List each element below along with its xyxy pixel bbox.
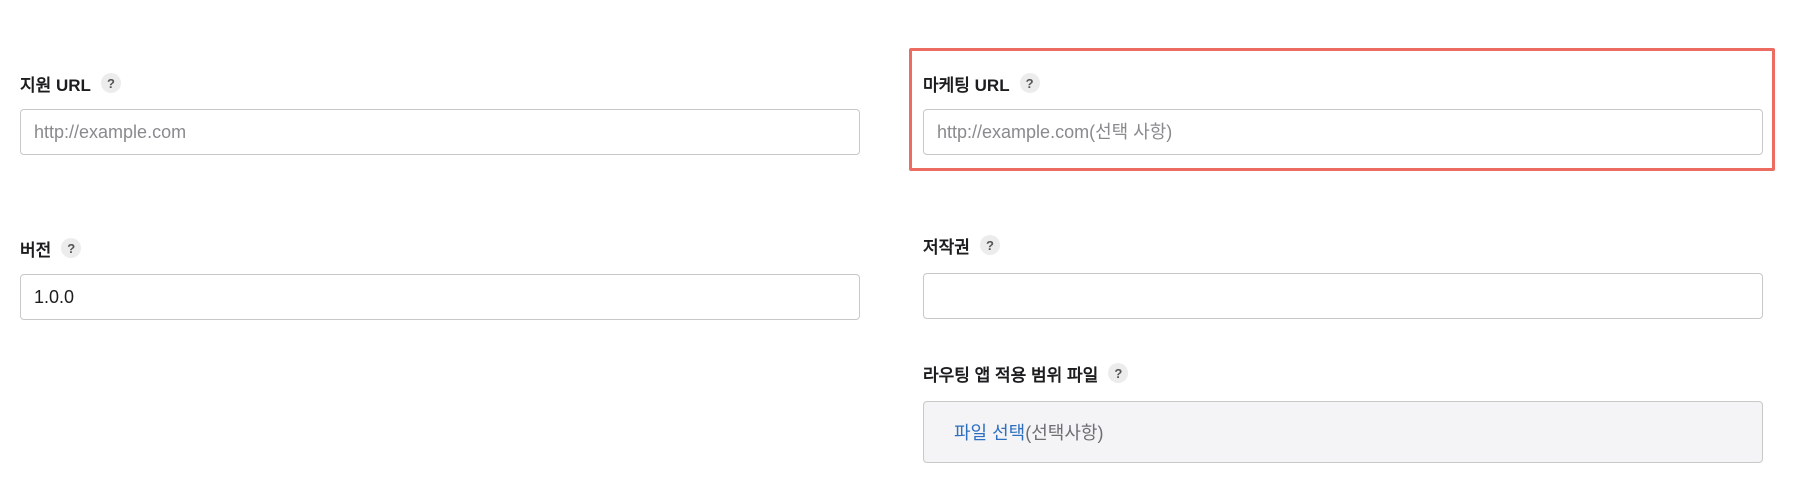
copyright-field: 저작권 ? (923, 233, 1000, 257)
marketing-url-input[interactable] (923, 109, 1763, 155)
version-input[interactable] (20, 274, 860, 320)
copyright-input[interactable] (923, 273, 1763, 319)
routing-file-help-icon[interactable]: ? (1108, 363, 1129, 383)
routing-file-label: 라우팅 앱 적용 범위 파일 (923, 365, 1099, 385)
copyright-label: 저작권 (923, 237, 970, 257)
version-help-icon[interactable]: ? (61, 238, 82, 258)
copyright-help-icon[interactable]: ? (979, 235, 1000, 255)
marketing-url-field: 마케팅 URL ? (923, 71, 1040, 95)
routing-file-dropzone[interactable]: 파일 선택 (선택사항) (923, 401, 1763, 463)
choose-file-link[interactable]: 파일 선택 (954, 419, 1025, 445)
routing-file-field: 라우팅 앱 적용 범위 파일 ? (923, 361, 1129, 385)
marketing-url-label: 마케팅 URL (923, 75, 1010, 95)
version-field: 버전 ? (20, 236, 82, 260)
marketing-url-help-icon[interactable]: ? (1019, 73, 1040, 93)
support-url-help-icon[interactable]: ? (100, 73, 121, 93)
file-optional-note: (선택사항) (1025, 423, 1104, 443)
support-url-input[interactable] (20, 109, 860, 155)
support-url-field: 지원 URL ? (20, 71, 121, 95)
support-url-label: 지원 URL (20, 75, 91, 95)
version-label: 버전 (20, 240, 52, 260)
